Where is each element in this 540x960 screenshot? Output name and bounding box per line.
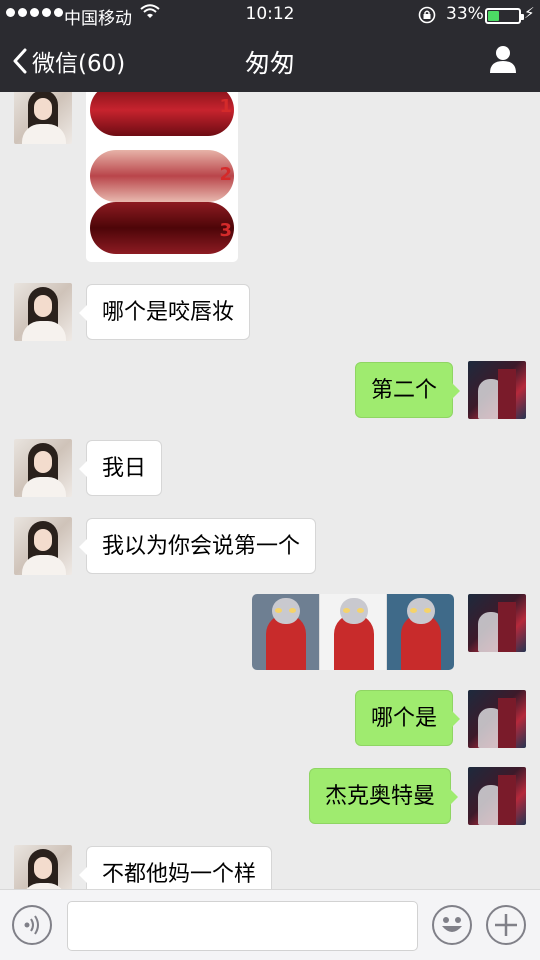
message-list[interactable]: 1 2 3 哪个是咬唇妆 第二个 我日 我以为你会说第一个 哪个是 杰克奥特曼 … (0, 92, 540, 889)
message-bubble-outgoing[interactable]: 哪个是 (355, 690, 461, 746)
lip-label-1: 1 (219, 96, 232, 117)
charging-icon: ⚡ (524, 4, 535, 22)
avatar-self[interactable] (468, 767, 526, 825)
battery-icon (485, 8, 524, 24)
top-bar: 中国移动 10:12 33% ⚡ 微信(60) 匆匆 (0, 0, 540, 92)
message-bubble-outgoing[interactable]: 杰克奥特曼 (309, 768, 459, 824)
message-input[interactable] (67, 901, 418, 951)
emoji-icon (442, 917, 462, 932)
avatar-self[interactable] (468, 594, 526, 652)
voice-button[interactable] (12, 905, 52, 945)
status-bar: 中国移动 10:12 33% ⚡ (0, 0, 540, 30)
avatar-contact[interactable] (14, 845, 72, 889)
nav-bar: 微信(60) 匆匆 (0, 30, 540, 92)
avatar-contact[interactable] (14, 439, 72, 497)
message-bubble-incoming[interactable]: 不都他妈一个样 (78, 846, 273, 889)
message-bubble-outgoing[interactable]: 第二个 (355, 362, 461, 418)
message-bubble-incoming[interactable]: 我日 (78, 440, 163, 496)
more-button[interactable] (486, 905, 526, 945)
avatar-contact[interactable] (14, 92, 72, 144)
message-bubble-incoming[interactable]: 我以为你会说第一个 (78, 518, 317, 574)
chevron-left-icon (13, 48, 27, 74)
profile-button[interactable] (488, 44, 518, 78)
person-icon (490, 46, 516, 73)
voice-icon (24, 915, 39, 935)
avatar-contact[interactable] (14, 517, 72, 575)
avatar-self[interactable] (468, 361, 526, 419)
avatar-contact[interactable] (14, 283, 72, 341)
lip-label-3: 3 (219, 220, 232, 241)
input-bar (0, 889, 540, 960)
battery-percent: 33% (446, 4, 484, 24)
back-label: 微信(60) (32, 51, 126, 77)
emoji-button[interactable] (432, 905, 472, 945)
avatar-self[interactable] (468, 690, 526, 748)
lip-photo-image[interactable]: 1 2 3 (86, 92, 238, 262)
plus-icon (495, 914, 517, 936)
lip-label-2: 2 (219, 164, 232, 185)
rotation-lock-icon (418, 6, 436, 29)
ultraman-photo-image[interactable] (252, 594, 454, 670)
message-bubble-incoming[interactable]: 哪个是咬唇妆 (78, 284, 251, 340)
back-button[interactable]: 微信(60) (12, 44, 125, 78)
